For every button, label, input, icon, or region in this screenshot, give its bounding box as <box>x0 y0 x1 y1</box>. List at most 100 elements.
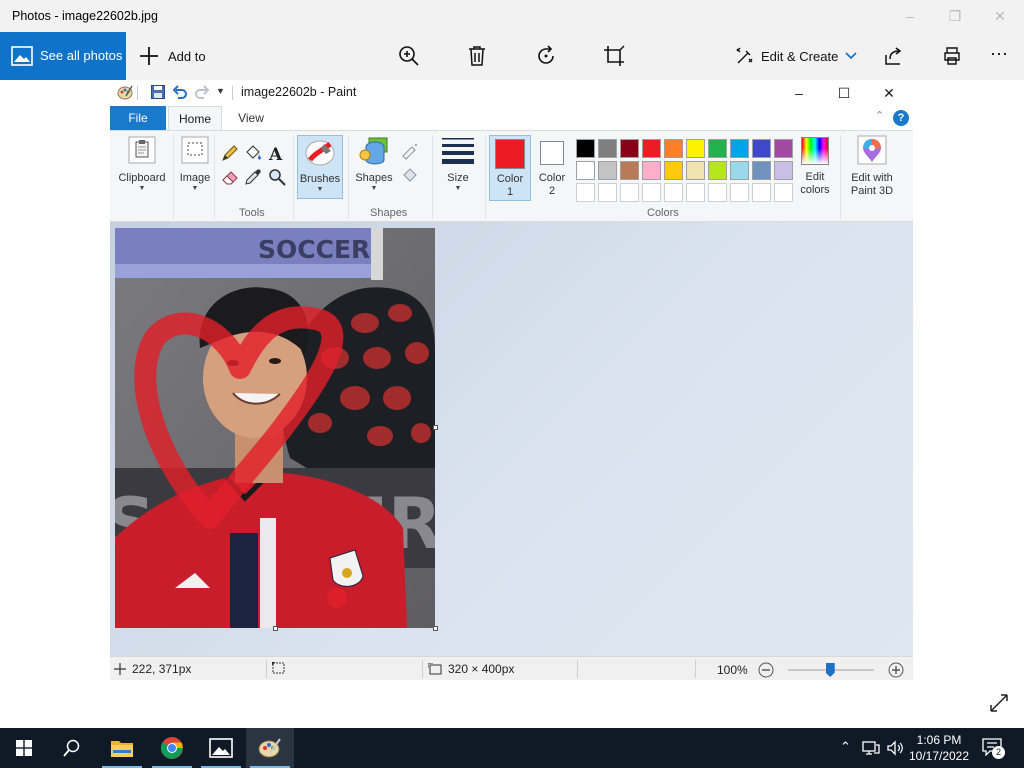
color-picker-icon[interactable] <box>243 167 263 187</box>
taskbar-paint[interactable] <box>246 728 294 768</box>
palette-swatch[interactable] <box>708 139 727 158</box>
palette-swatch[interactable] <box>620 139 639 158</box>
shapes-label: Shapes <box>355 172 393 184</box>
palette-swatch[interactable] <box>664 139 683 158</box>
tab-view[interactable]: View <box>228 106 274 130</box>
redo-icon[interactable] <box>194 84 210 100</box>
resize-handle-bottom[interactable] <box>273 626 278 631</box>
text-icon[interactable]: A <box>267 143 287 163</box>
undo-icon[interactable] <box>172 84 188 100</box>
expand-icon[interactable] <box>988 692 1010 714</box>
outline-icon[interactable] <box>400 141 420 161</box>
tab-home[interactable]: Home <box>168 106 222 131</box>
custom-color-slot[interactable] <box>708 183 727 202</box>
palette-swatch[interactable] <box>664 161 683 180</box>
custom-color-slot[interactable] <box>774 183 793 202</box>
save-icon[interactable] <box>150 84 166 100</box>
paint-app-icon <box>117 85 133 100</box>
brushes-button[interactable]: Brushes ▼ <box>297 135 343 199</box>
paint-maximize-button[interactable]: ☐ <box>834 83 854 103</box>
palette-swatch[interactable] <box>576 161 595 180</box>
photos-close-button[interactable]: ✕ <box>990 6 1010 26</box>
search-button[interactable] <box>48 728 96 768</box>
tab-file[interactable]: File <box>110 106 166 130</box>
resize-handle-right[interactable] <box>433 425 438 430</box>
rotate-button[interactable] <box>535 42 557 70</box>
taskbar-photos[interactable] <box>197 728 245 768</box>
palette-swatch[interactable] <box>642 161 661 180</box>
edit-with-paint3d-button[interactable]: Edit with Paint 3D <box>844 135 900 201</box>
collapse-ribbon-icon[interactable]: ⌃ <box>875 109 884 122</box>
custom-color-slot[interactable] <box>642 183 661 202</box>
zoom-in-icon[interactable] <box>888 662 904 678</box>
palette-swatch[interactable] <box>730 161 749 180</box>
palette-swatch[interactable] <box>752 139 771 158</box>
resize-handle-corner[interactable] <box>433 626 438 631</box>
palette-swatch[interactable] <box>642 139 661 158</box>
crop-button[interactable] <box>603 42 625 70</box>
palette-swatch[interactable] <box>752 161 771 180</box>
edit-create-button[interactable]: Edit & Create <box>736 42 858 70</box>
zoom-out-icon[interactable] <box>758 662 774 678</box>
taskbar-chrome[interactable] <box>148 728 196 768</box>
custom-color-slot[interactable] <box>730 183 749 202</box>
custom-color-slot[interactable] <box>686 183 705 202</box>
shapes-button[interactable]: Shapes ▼ <box>352 135 396 203</box>
edit-colors-button[interactable]: Edit colors <box>794 135 836 201</box>
pencil-icon[interactable] <box>220 143 240 163</box>
network-icon[interactable] <box>862 740 880 756</box>
size-button[interactable]: Size ▼ <box>436 135 480 203</box>
color1-button[interactable]: Color 1 <box>489 135 531 201</box>
clock-date: 10/17/2022 <box>908 749 970 763</box>
magnifier-icon[interactable] <box>267 167 287 187</box>
fill-bucket-icon[interactable] <box>243 143 263 163</box>
canvas-workspace[interactable]: SOCCER SC ER <box>110 222 913 656</box>
start-button[interactable] <box>0 728 48 768</box>
palette-swatch[interactable] <box>686 161 705 180</box>
system-clock[interactable]: 1:06 PM 10/17/2022 <box>904 732 974 764</box>
show-hidden-icons[interactable]: ⌃ <box>840 739 851 755</box>
custom-color-slot[interactable] <box>620 183 639 202</box>
see-all-photos-button[interactable]: See all photos <box>0 32 126 80</box>
add-to-button[interactable]: Add to <box>138 42 206 70</box>
plus-icon <box>140 47 158 65</box>
custom-color-slot[interactable] <box>576 183 595 202</box>
image-button[interactable]: Image ▼ <box>176 135 214 203</box>
paint-minimize-button[interactable]: – <box>789 83 809 103</box>
photos-maximize-button[interactable]: ❐ <box>945 6 965 26</box>
more-options-button[interactable]: ⋯ <box>990 40 1009 68</box>
help-button[interactable]: ? <box>893 110 909 126</box>
customize-quick-access-icon[interactable]: ▼ <box>216 86 225 96</box>
color2-button[interactable]: Color 2 <box>534 135 570 201</box>
print-button[interactable] <box>942 42 962 70</box>
volume-icon[interactable] <box>886 740 904 756</box>
share-button[interactable] <box>884 42 904 70</box>
eraser-icon[interactable] <box>220 167 240 187</box>
zoom-slider[interactable] <box>787 662 874 678</box>
delete-button[interactable] <box>467 42 487 70</box>
clipboard-button[interactable]: Clipboard ▼ <box>114 135 170 203</box>
search-icon <box>63 739 80 757</box>
photos-minimize-button[interactable]: – <box>900 6 920 26</box>
custom-color-slot[interactable] <box>598 183 617 202</box>
paint-close-button[interactable]: ✕ <box>879 83 899 103</box>
zoom-slider-thumb[interactable] <box>825 663 835 677</box>
palette-swatch[interactable] <box>730 139 749 158</box>
brushes-caret-icon: ▼ <box>316 186 324 193</box>
palette-swatch[interactable] <box>598 161 617 180</box>
palette-swatch[interactable] <box>620 161 639 180</box>
palette-swatch[interactable] <box>576 139 595 158</box>
fill-icon[interactable] <box>400 165 420 185</box>
palette-swatch[interactable] <box>598 139 617 158</box>
drawing-canvas[interactable]: SOCCER SC ER <box>115 228 435 628</box>
taskbar-file-explorer[interactable] <box>98 728 146 768</box>
image-label: Image <box>179 172 211 184</box>
palette-swatch[interactable] <box>774 139 793 158</box>
palette-swatch[interactable] <box>774 161 793 180</box>
custom-color-slot[interactable] <box>664 183 683 202</box>
custom-color-slot[interactable] <box>752 183 771 202</box>
palette-swatch[interactable] <box>686 139 705 158</box>
zoom-in-button[interactable] <box>398 42 420 70</box>
action-center-button[interactable]: 2 <box>982 738 1005 759</box>
palette-swatch[interactable] <box>708 161 727 180</box>
